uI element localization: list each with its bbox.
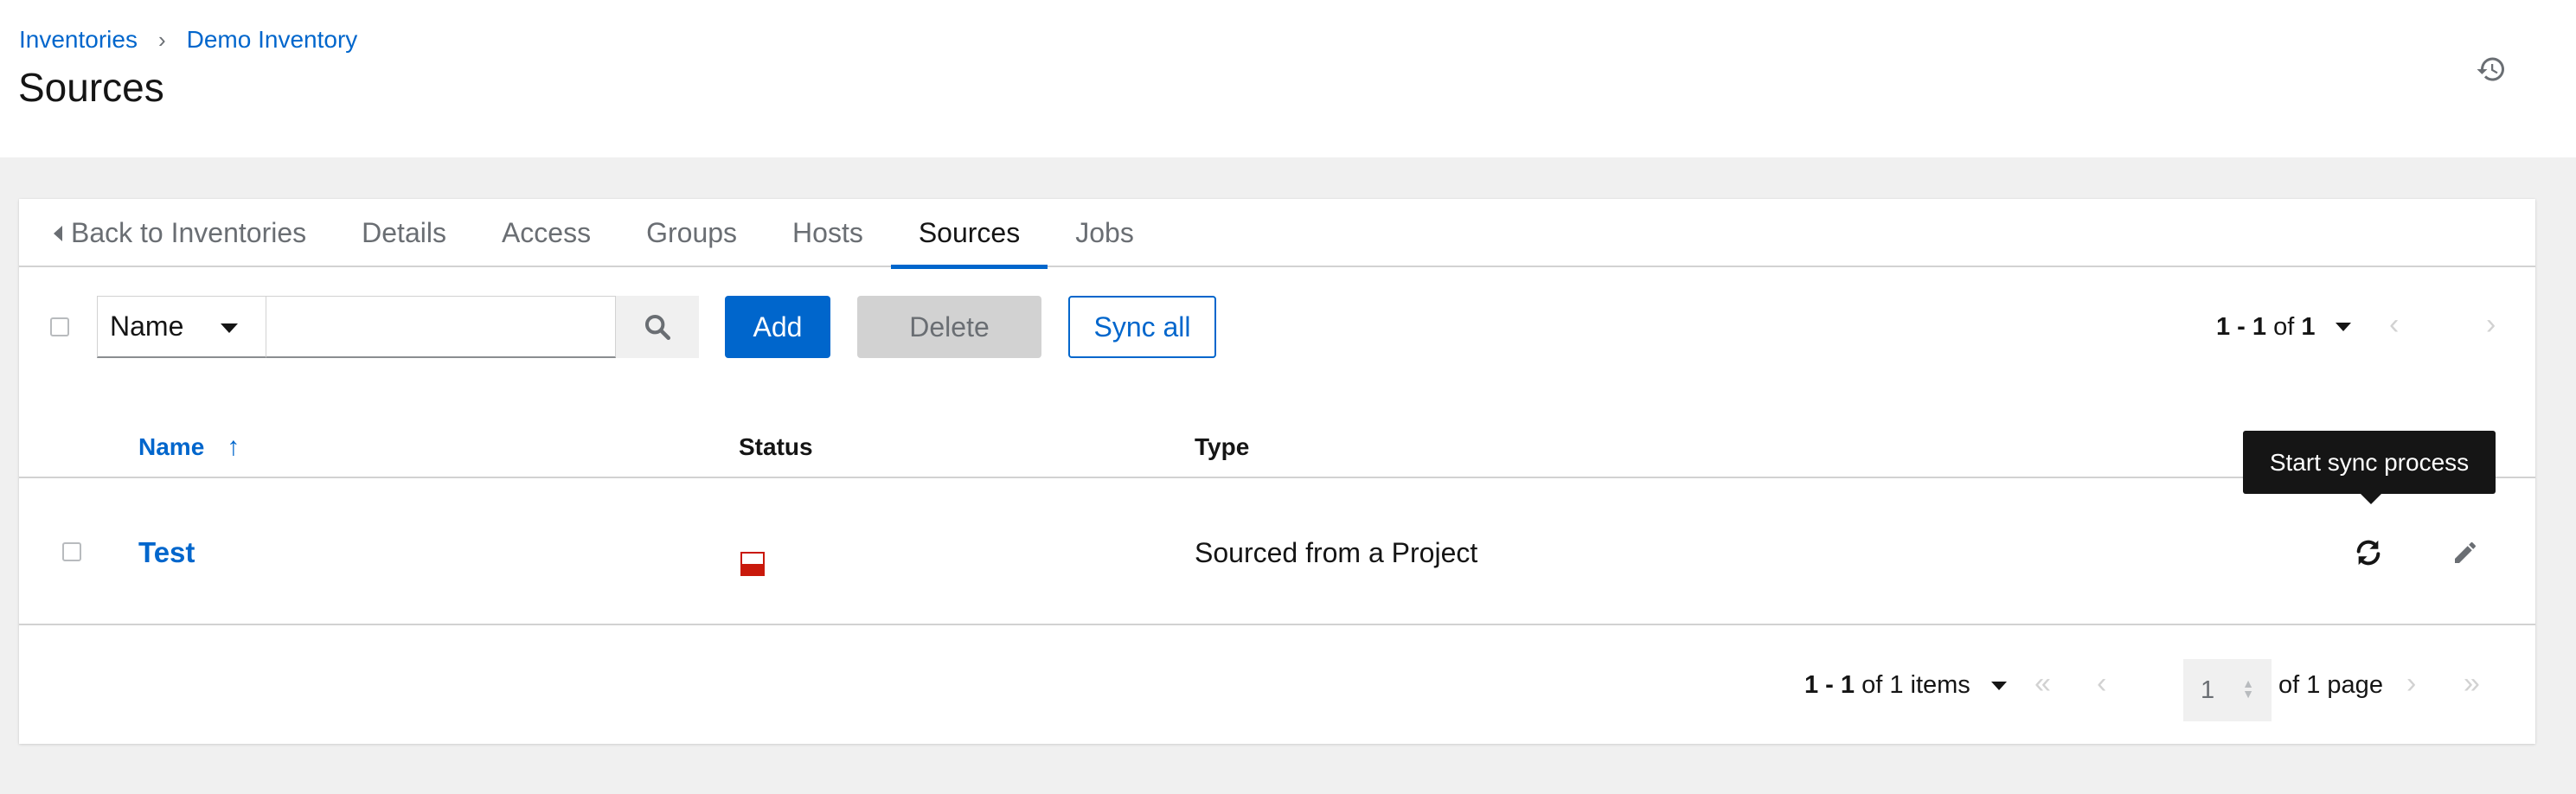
- tab-label: Details: [362, 217, 446, 248]
- column-header-name[interactable]: Name ↑: [138, 415, 240, 478]
- page-number-value: 1: [2201, 676, 2215, 704]
- sync-all-button[interactable]: Sync all: [1068, 296, 1216, 358]
- sync-tooltip: Start sync process: [2243, 431, 2496, 504]
- status-failed-icon[interactable]: [740, 552, 765, 576]
- next-page-icon[interactable]: ›: [2486, 308, 2496, 342]
- tab-hosts[interactable]: Hosts: [765, 199, 891, 267]
- caret-down-icon: [1990, 681, 2007, 690]
- previous-page-icon[interactable]: ‹: [2097, 667, 2106, 701]
- last-page-icon[interactable]: »: [2464, 667, 2480, 701]
- tab-groups[interactable]: Groups: [618, 199, 765, 267]
- delete-button[interactable]: Delete: [857, 296, 1041, 358]
- tab-back-to-inventories[interactable]: Back to Inventories: [19, 199, 334, 267]
- caret-left-icon: [54, 225, 62, 241]
- row-checkbox[interactable]: [62, 542, 81, 561]
- edit-button[interactable]: [2445, 532, 2486, 573]
- breadcrumb-inventories[interactable]: Inventories: [19, 26, 138, 54]
- breadcrumb-separator: ›: [157, 26, 166, 53]
- history-icon[interactable]: [2476, 54, 2507, 85]
- pagination-bottom: 1 - 1 of 1 items « ‹ 1 ▲ ▼ of 1 page › »: [19, 627, 2535, 744]
- name-cell: Test: [138, 480, 195, 625]
- type-cell: Sourced from a Project: [1195, 536, 1478, 568]
- items-per-page-toggle[interactable]: 1 - 1 of 1 items: [1804, 627, 2007, 744]
- tab-jobs[interactable]: Jobs: [1048, 199, 1162, 267]
- add-button[interactable]: Add: [725, 296, 830, 358]
- column-header-status: Status: [739, 432, 813, 460]
- tab-label: Jobs: [1075, 217, 1134, 248]
- search-button[interactable]: [616, 296, 699, 358]
- source-name-link[interactable]: Test: [138, 536, 195, 569]
- tab-label: Access: [501, 217, 592, 248]
- sync-button[interactable]: [2348, 532, 2389, 573]
- column-label: Name: [138, 432, 205, 460]
- sort-ascending-icon[interactable]: ↑: [227, 432, 240, 462]
- next-page-icon[interactable]: ›: [2406, 667, 2416, 701]
- caret-down-icon: [2336, 323, 2352, 331]
- page-header: Inventories › Demo Inventory Sources: [0, 0, 2576, 157]
- pagination-top[interactable]: 1 - 1 of 1: [2216, 296, 2352, 358]
- breadcrumb: Inventories › Demo Inventory: [19, 26, 357, 54]
- select-all-checkbox[interactable]: [50, 317, 69, 336]
- previous-page-icon[interactable]: ‹: [2389, 308, 2399, 342]
- pagination-total: 1: [2301, 312, 2316, 341]
- page-title: Sources: [18, 65, 164, 110]
- tab-label: Groups: [646, 217, 738, 248]
- tab-sources[interactable]: Sources: [890, 199, 1048, 269]
- search-icon: [644, 314, 671, 341]
- sync-icon: [2356, 540, 2381, 566]
- toolbar: Name Add Delete Sync all 1 - 1 of 1 ‹ ›: [19, 296, 2535, 358]
- tab-label: Sources: [918, 217, 1021, 248]
- pencil-icon: [2455, 541, 2476, 563]
- tab-bar: Back to Inventories Details Access Group…: [19, 199, 2535, 269]
- pagination-of: of: [2273, 312, 2295, 341]
- pagination-of-items: of 1 items: [1862, 671, 1970, 699]
- breadcrumb-demo-inventory[interactable]: Demo Inventory: [187, 26, 358, 54]
- caret-down-icon: [221, 323, 238, 333]
- tab-access[interactable]: Access: [474, 199, 618, 267]
- filter-select[interactable]: Name: [97, 296, 266, 358]
- pagination-range: 1 - 1: [2216, 312, 2267, 341]
- pagination-range: 1 - 1: [1804, 671, 1855, 699]
- table-row: Test Sourced from a Project: [19, 480, 2535, 625]
- table-header: Name ↑ Status Type: [19, 415, 2535, 478]
- page-number-input[interactable]: 1 ▲ ▼: [2183, 659, 2272, 721]
- column-header-type: Type: [1195, 432, 1250, 460]
- search-input[interactable]: [266, 296, 616, 358]
- tab-label: Back to Inventories: [71, 217, 307, 248]
- spinner-icon[interactable]: ▲ ▼: [2242, 677, 2254, 700]
- first-page-icon[interactable]: «: [2035, 667, 2051, 701]
- of-page-label: of 1 page: [2278, 671, 2383, 699]
- tab-details[interactable]: Details: [334, 199, 474, 267]
- filter-select-value: Name: [110, 311, 184, 342]
- sources-card: Back to Inventories Details Access Group…: [19, 199, 2535, 744]
- tab-label: Hosts: [792, 217, 863, 248]
